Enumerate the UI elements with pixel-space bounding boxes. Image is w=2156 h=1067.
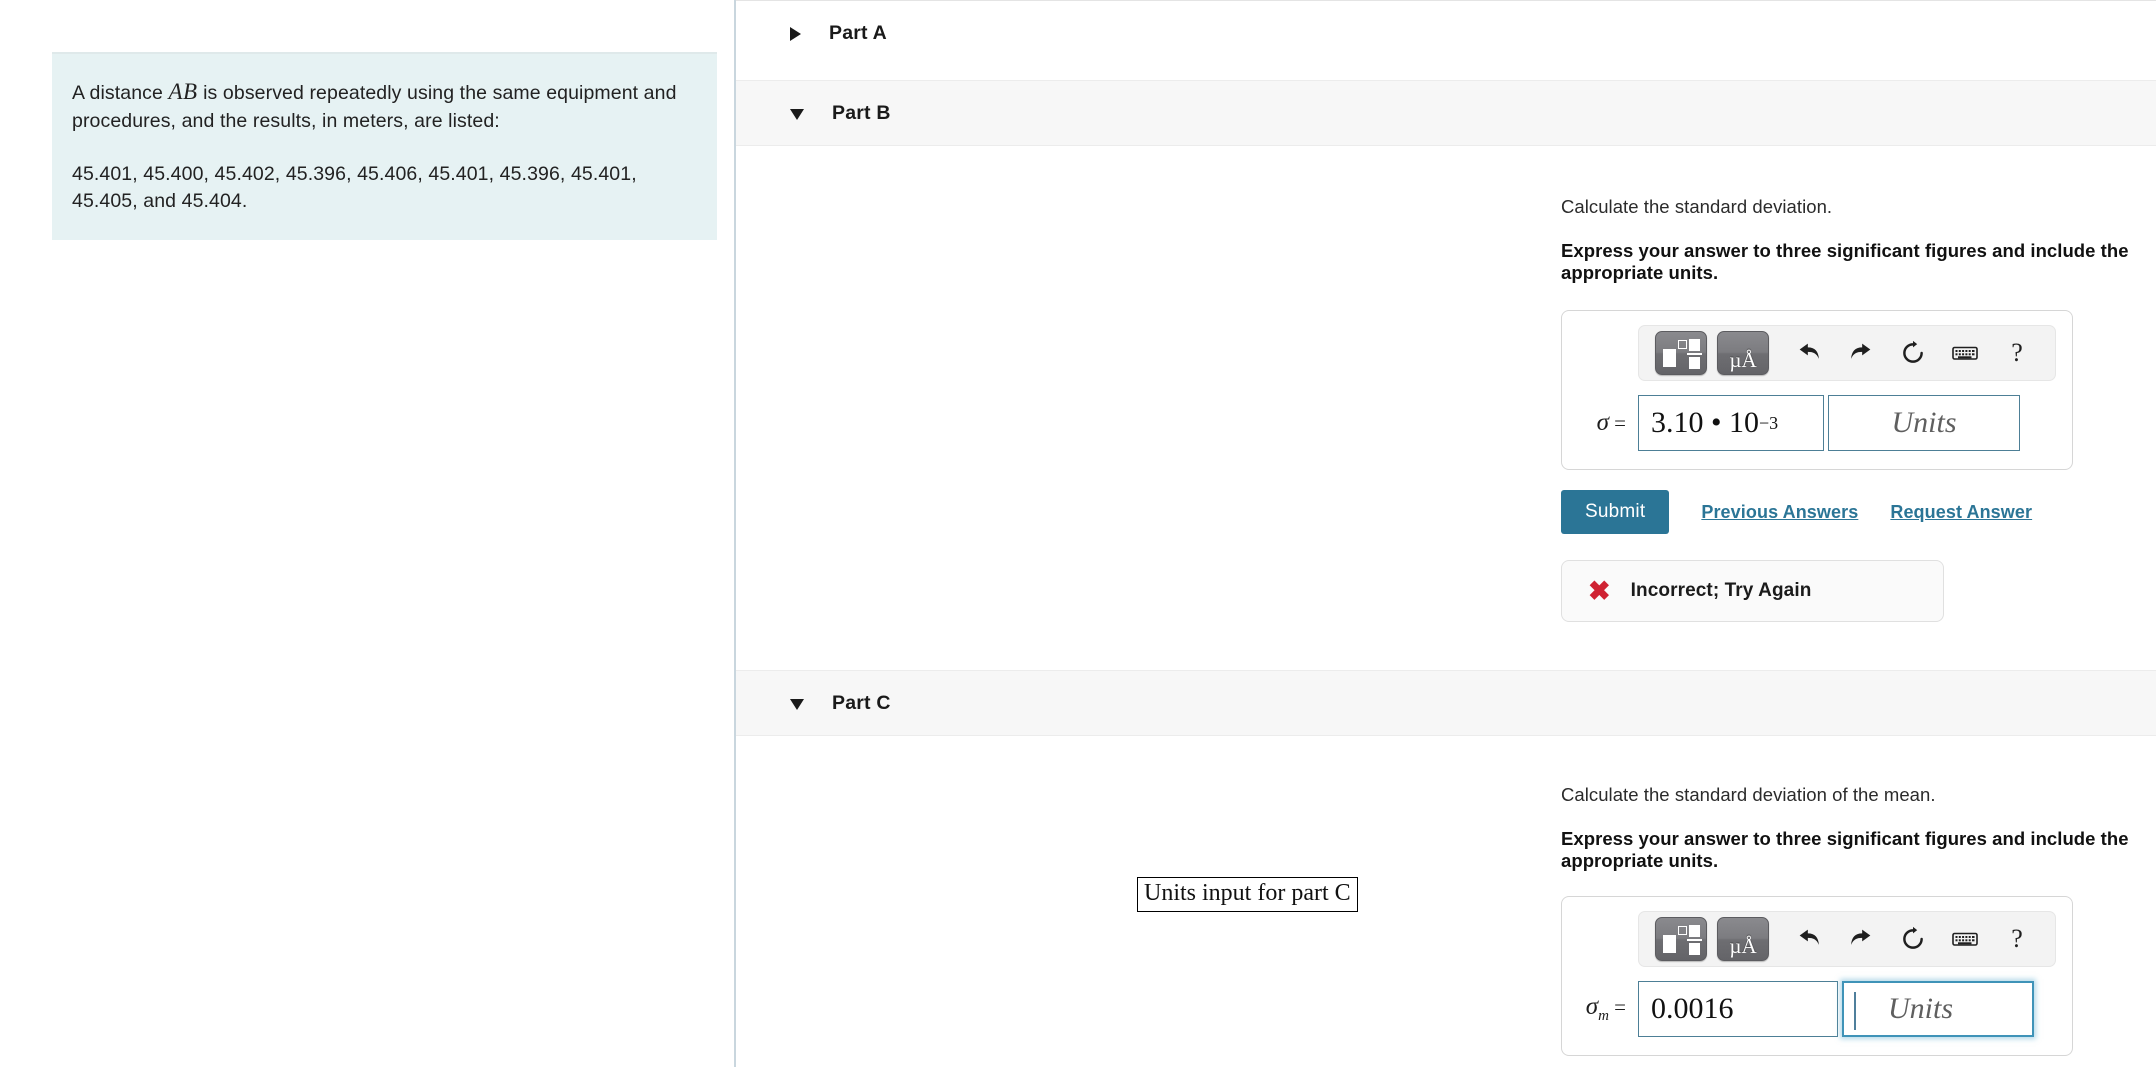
part-c-units-placeholder: Units (1888, 992, 1954, 1025)
template-block-5 (1689, 357, 1700, 369)
text-cursor (1854, 992, 1856, 1030)
part-b-answer-row: σ = 3.10 • 10 −3 Units (1578, 395, 2056, 451)
template-block-2 (1678, 926, 1687, 935)
template-block-4 (1687, 939, 1702, 941)
part-b-value-input[interactable]: 3.10 • 10 −3 (1638, 395, 1824, 451)
template-block-3 (1689, 925, 1700, 937)
parts-pane: Part A Part B Calculate the standard dev… (736, 0, 2156, 1067)
part-b-units-placeholder: Units (1891, 406, 1957, 439)
chevron-right-icon[interactable] (790, 26, 801, 41)
template-block-5 (1689, 943, 1700, 955)
part-b-value-exponent: −3 (1759, 412, 1779, 433)
problem-intro-text: A distance AB is observed repeatedly usi… (72, 76, 693, 135)
help-label: ? (2011, 338, 2023, 367)
units-template-button[interactable]: µÅ (1717, 917, 1769, 961)
part-c-answer-row: σm = 0.0016 Units (1578, 981, 2056, 1037)
part-b-symbol-label: σ = (1578, 409, 1638, 437)
part-b-units-input[interactable]: Units (1828, 395, 2020, 451)
part-c-header[interactable]: Part C (736, 670, 2156, 736)
part-b-title: Part B (832, 101, 891, 124)
problem-statement-card: A distance AB is observed repeatedly usi… (52, 52, 717, 241)
part-c-units-input[interactable]: Units (1842, 981, 2034, 1037)
part-a-header[interactable]: Part A (736, 0, 2156, 66)
reset-icon[interactable] (1891, 331, 1935, 375)
template-block-1 (1663, 935, 1676, 953)
part-b-sigma: σ (1596, 409, 1609, 436)
problem-intro-before: A distance (72, 82, 169, 104)
part-b-submit-button[interactable]: Submit (1561, 490, 1670, 534)
part-c-question: Calculate the standard deviation of the … (1561, 784, 1936, 805)
redo-icon[interactable] (1839, 331, 1883, 375)
part-b-value-text: 3.10 • 10 (1651, 406, 1760, 439)
part-c-body: Calculate the standard deviation of the … (736, 784, 2156, 1067)
part-b-toolbar: µÅ ? (1638, 325, 2056, 381)
units-input-tooltip: Units input for part C (1137, 877, 1358, 912)
part-b-answer-box: µÅ ? σ = 3.10 • 10 −3 Units (1561, 310, 2073, 470)
part-b-body: Calculate the standard deviation. Expres… (736, 196, 2156, 622)
keyboard-icon[interactable] (1943, 917, 1987, 961)
units-button-label: µÅ (1729, 934, 1757, 958)
chevron-down-icon[interactable] (790, 109, 804, 120)
part-b-submit-row: Submit Previous Answers Request Answer (1561, 490, 2156, 534)
part-b-previous-answers-link[interactable]: Previous Answers (1701, 502, 1858, 523)
keyboard-icon[interactable] (1943, 331, 1987, 375)
problem-statement-pane: A distance AB is observed repeatedly usi… (0, 0, 736, 1067)
part-c-title: Part C (832, 691, 891, 714)
part-c-symbol-label: σm = (1578, 993, 1638, 1025)
undo-icon[interactable] (1787, 331, 1831, 375)
part-c-sigma: σ (1585, 993, 1599, 1020)
part-b-request-answer-link[interactable]: Request Answer (1890, 502, 2032, 523)
distance-variable: AB (168, 79, 198, 104)
chevron-down-icon[interactable] (790, 699, 804, 710)
template-block-2 (1678, 340, 1687, 349)
part-a-title: Part A (829, 22, 887, 44)
math-template-button[interactable] (1655, 331, 1707, 375)
part-c-value-input[interactable]: 0.0016 (1638, 981, 1838, 1037)
part-c-sigma-subscript: m (1598, 1008, 1609, 1024)
help-label: ? (2011, 924, 2023, 953)
template-block-1 (1663, 349, 1676, 367)
part-b-header[interactable]: Part B (736, 80, 2156, 146)
help-icon[interactable]: ? (1995, 331, 2039, 375)
reset-icon[interactable] (1891, 917, 1935, 961)
error-x-icon: ✖ (1588, 575, 1611, 606)
redo-icon[interactable] (1839, 917, 1883, 961)
math-template-button[interactable] (1655, 917, 1707, 961)
part-c-equals: = (1614, 995, 1626, 1019)
measurement-values: 45.401, 45.400, 45.402, 45.396, 45.406, … (72, 162, 637, 212)
part-b-question: Calculate the standard deviation. (1561, 196, 1833, 217)
part-b-feedback-text: Incorrect; Try Again (1630, 580, 1812, 601)
part-c-answer-box: µÅ ? σm = 0.0016 Units (1561, 896, 2073, 1056)
units-template-button[interactable]: µÅ (1717, 331, 1769, 375)
part-c-toolbar: µÅ ? (1638, 911, 2056, 967)
problem-page: A distance AB is observed repeatedly usi… (0, 0, 2156, 1067)
part-b-equals: = (1614, 411, 1626, 435)
part-c-value-text: 0.0016 (1651, 992, 1734, 1025)
undo-icon[interactable] (1787, 917, 1831, 961)
help-icon[interactable]: ? (1995, 917, 2039, 961)
part-c-instruction: Express your answer to three significant… (1561, 828, 2129, 871)
units-button-label: µÅ (1729, 348, 1757, 372)
part-b-instruction: Express your answer to three significant… (1561, 240, 2129, 283)
part-b-feedback-box: ✖ Incorrect; Try Again (1561, 560, 1944, 622)
template-block-3 (1689, 339, 1700, 351)
template-block-4 (1687, 353, 1702, 355)
